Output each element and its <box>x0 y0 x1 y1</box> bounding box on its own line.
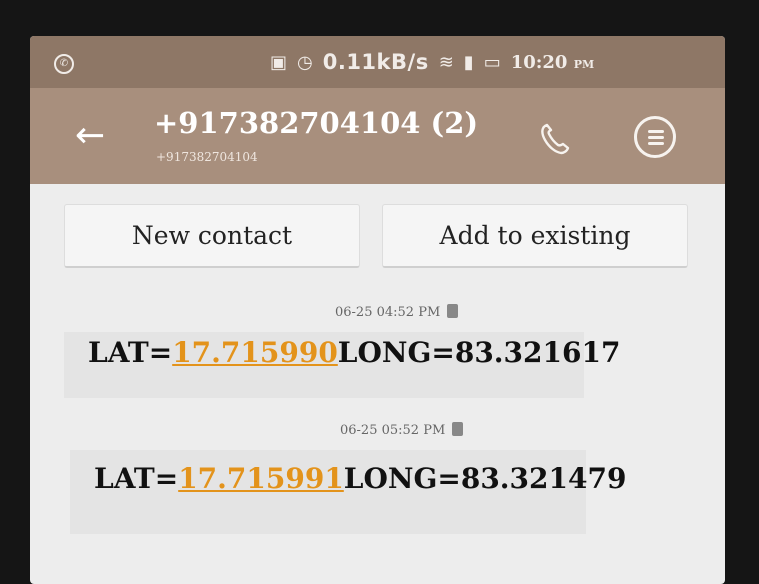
conversation-title: +917382704104 (2) <box>154 106 479 140</box>
back-arrow-icon[interactable]: ← <box>75 118 105 154</box>
timestamp-text: 06-25 04:52 PM <box>335 305 441 320</box>
conversation-header: ← +917382704104 (2) +917382704104 <box>30 88 725 184</box>
message-timestamp: 06-25 04:52 PM <box>335 304 459 320</box>
alarm-icon: ◷ <box>297 51 313 73</box>
battery-icon: ▭ <box>483 51 501 73</box>
sim-icon <box>447 304 459 318</box>
status-bar: ✆ ▣ ◷ 0.11kB/s ≋ ▮ ▭ 10:20 PM <box>30 36 725 88</box>
menu-list-icon[interactable] <box>634 116 676 158</box>
lat-label: LAT= <box>88 336 173 369</box>
lat-link[interactable]: 17.715990 <box>172 336 338 369</box>
long-text: LONG=83.321617 <box>337 336 621 369</box>
status-icons: ▣ ◷ 0.11kB/s ≋ ▮ ▭ 10:20 PM <box>270 50 594 74</box>
whatsapp-icon: ✆ <box>54 54 74 74</box>
contact-actions: New contact Add to existing <box>64 204 694 268</box>
long-text: LONG=83.321479 <box>343 462 627 495</box>
lat-link[interactable]: 17.715991 <box>178 462 344 495</box>
clock: 10:20 PM <box>511 52 594 73</box>
new-contact-button[interactable]: New contact <box>64 204 360 268</box>
screen-record-icon: ▣ <box>270 51 288 73</box>
message-timestamp: 06-25 05:52 PM <box>340 422 464 438</box>
network-speed: 0.11kB/s <box>322 50 429 74</box>
signal-icon: ▮ <box>463 51 474 73</box>
message-bubble[interactable]: LAT=17.715991LONG=83.321479 <box>70 450 626 534</box>
message-bubble[interactable]: LAT=17.715990LONG=83.321617 <box>64 332 620 398</box>
lat-label: LAT= <box>94 462 179 495</box>
clock-time: 10:20 <box>510 51 568 73</box>
conversation-subtitle: +917382704104 <box>156 150 258 164</box>
sim-icon <box>452 422 464 436</box>
wifi-icon: ≋ <box>438 51 454 73</box>
timestamp-text: 06-25 05:52 PM <box>340 423 446 438</box>
add-to-existing-button[interactable]: Add to existing <box>382 204 688 268</box>
clock-ampm: PM <box>573 57 595 71</box>
phone-call-icon[interactable] <box>535 118 577 160</box>
phone-screen: ✆ ▣ ◷ 0.11kB/s ≋ ▮ ▭ 10:20 PM ← +9173827… <box>30 36 725 584</box>
